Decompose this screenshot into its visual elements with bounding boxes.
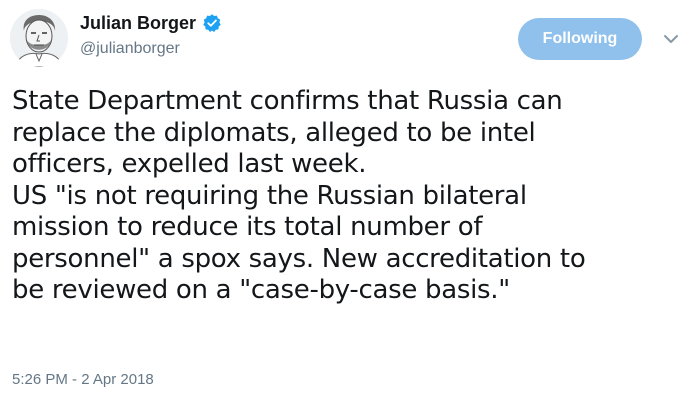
- chevron-down-icon[interactable]: [662, 30, 680, 48]
- tweet-text-line: personnel" a spox says. New accreditatio…: [12, 243, 586, 274]
- tweet-text-line: officers, expelled last week.: [12, 149, 367, 179]
- author-info: Julian Borger @julianborger: [80, 10, 222, 66]
- author-name-row: Julian Borger: [80, 10, 222, 36]
- tweet-timestamp[interactable]: 5:26 PM - 2 Apr 2018: [12, 371, 154, 388]
- tweet-text-line: be reviewed on a "case-by-case basis.": [12, 275, 510, 305]
- author-handle[interactable]: @julianborger: [80, 40, 222, 58]
- author-display-name[interactable]: Julian Borger: [80, 13, 196, 34]
- tweet-text-line: mission to reduce its total number of: [12, 212, 483, 242]
- author-avatar[interactable]: [10, 9, 68, 67]
- following-button[interactable]: Following: [518, 18, 642, 60]
- tweet-card: Julian Borger @julianborger Following St…: [0, 0, 700, 405]
- tweet-text-line: replace the diplomats, alleged to be int…: [12, 117, 536, 148]
- sketch-portrait-avatar-icon: [10, 9, 68, 67]
- verified-badge-icon: [202, 13, 222, 33]
- tweet-text-line: US "is not requiring the Russian bilater…: [12, 180, 527, 211]
- tweet-text-line: State Department confirms that Russia ca…: [12, 86, 563, 116]
- tweet-text: State Department confirms that Russia ca…: [12, 86, 692, 307]
